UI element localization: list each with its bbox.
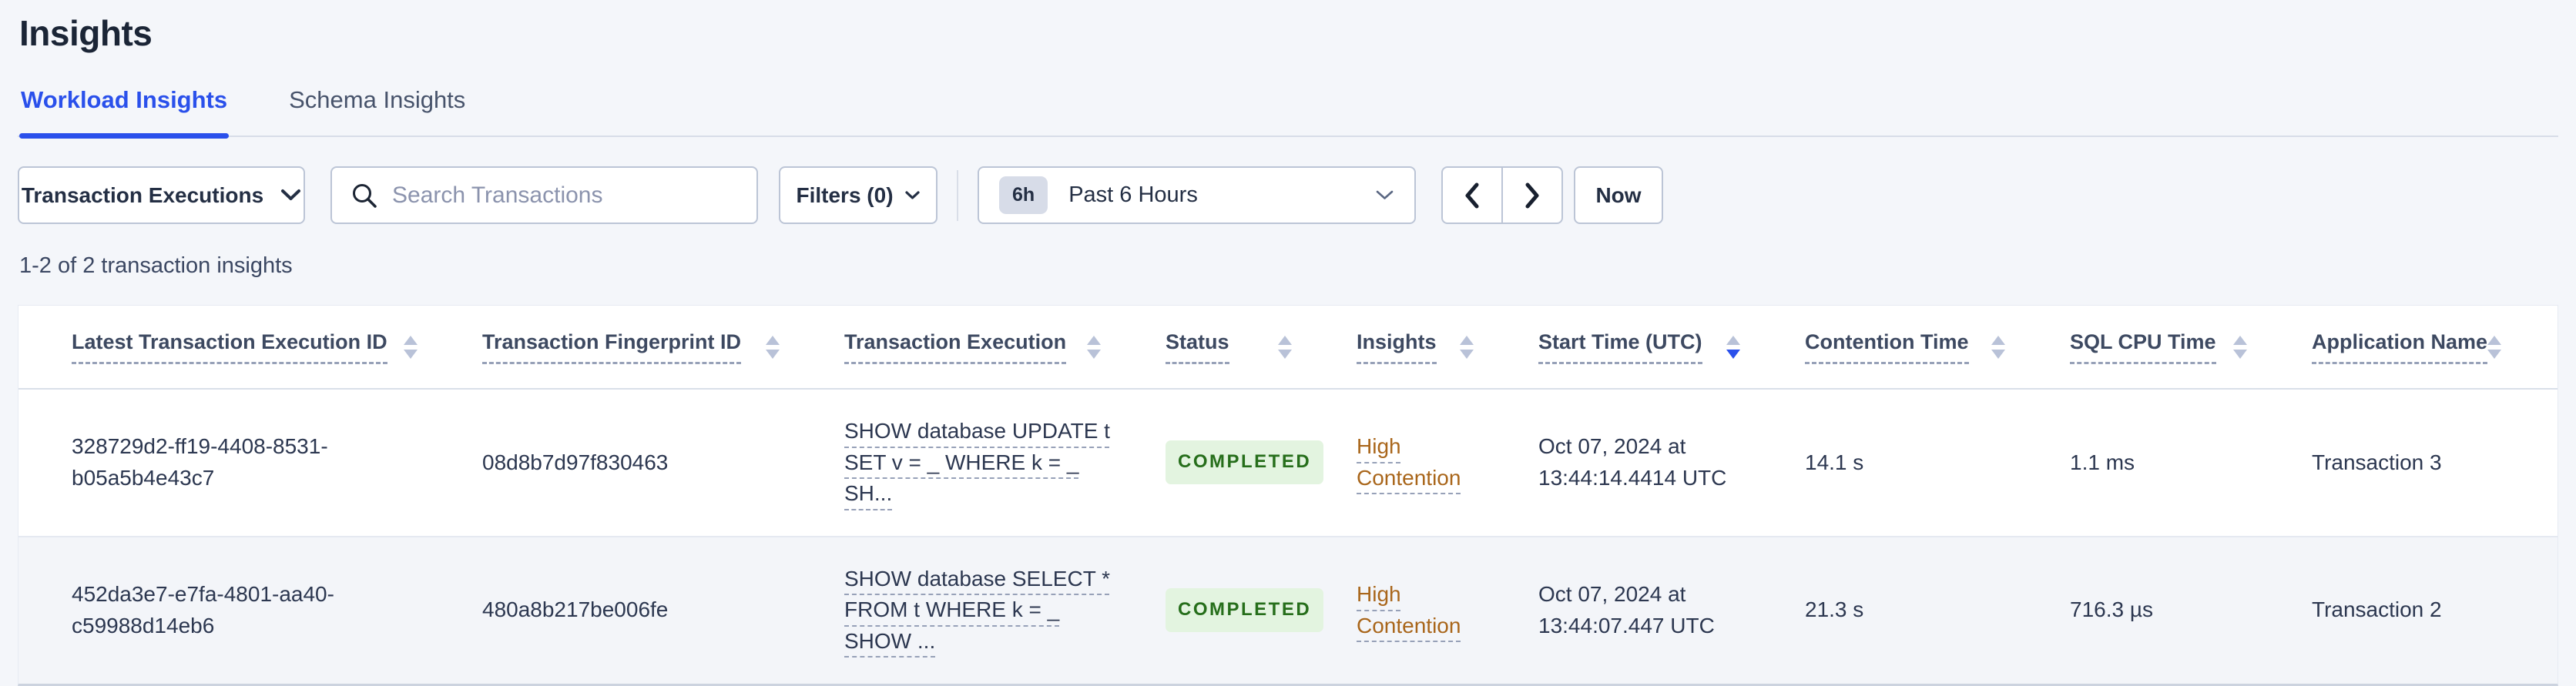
column-header-status[interactable]: Status bbox=[1166, 306, 1357, 390]
column-header-transaction-execution[interactable]: Transaction Execution bbox=[844, 306, 1166, 390]
chevron-down-icon bbox=[1375, 189, 1394, 201]
transaction-execution-link[interactable]: SHOW database UPDATE t SET v = _ WHERE k… bbox=[844, 416, 1131, 510]
sort-icon[interactable] bbox=[1460, 335, 1474, 359]
execution-id-cell: 328729d2-ff19-4408-8531-b05a5b4e43c7 bbox=[72, 434, 328, 490]
sort-icon[interactable] bbox=[1087, 335, 1101, 359]
tab-label: Schema Insights bbox=[289, 86, 466, 113]
contention-time-cell: 21.3 s bbox=[1805, 597, 1864, 622]
now-label: Now bbox=[1595, 182, 1642, 207]
table-row: 452da3e7-e7fa-4801-aa40-c59988d14eb6 480… bbox=[18, 536, 2558, 684]
tab-bar: Workload Insights Schema Insights bbox=[18, 86, 2558, 139]
status-badge: COMPLETED bbox=[1166, 588, 1324, 633]
column-header-application-name[interactable]: Application Name bbox=[2312, 306, 2558, 390]
time-range-label: Past 6 Hours bbox=[1068, 182, 1198, 207]
transaction-type-label: Transaction Executions bbox=[21, 182, 264, 207]
table-row: 328729d2-ff19-4408-8531-b05a5b4e43c7 08d… bbox=[18, 389, 2558, 537]
application-name-cell: Transaction 2 bbox=[2312, 597, 2442, 622]
time-range-badge: 6h bbox=[999, 176, 1048, 214]
next-time-range-button[interactable] bbox=[1501, 166, 1563, 224]
column-header-sql-cpu-time[interactable]: SQL CPU Time bbox=[2070, 306, 2312, 390]
search-icon bbox=[351, 182, 378, 209]
column-header-contention-time[interactable]: Contention Time bbox=[1805, 306, 2070, 390]
tab-schema-insights[interactable]: Schema Insights bbox=[287, 86, 467, 136]
sort-icon[interactable] bbox=[404, 335, 418, 359]
sort-icon-active-desc[interactable] bbox=[1726, 335, 1740, 359]
toolbar: Transaction Executions Filters (0) 6h Pa… bbox=[18, 166, 2558, 224]
sort-icon[interactable] bbox=[766, 335, 780, 359]
time-range-arrows bbox=[1441, 166, 1563, 224]
column-header-latest-transaction-execution-id[interactable]: Latest Transaction Execution ID bbox=[18, 306, 482, 390]
page-title: Insights bbox=[19, 13, 153, 53]
chevron-down-icon bbox=[904, 190, 921, 201]
fingerprint-id-cell: 480a8b217be006fe bbox=[482, 597, 669, 622]
search-input[interactable] bbox=[392, 182, 738, 209]
tab-label: Workload Insights bbox=[21, 86, 228, 113]
time-range-picker[interactable]: 6h Past 6 Hours bbox=[978, 166, 1416, 224]
status-badge: COMPLETED bbox=[1166, 440, 1324, 485]
transaction-type-dropdown[interactable]: Transaction Executions bbox=[18, 166, 305, 224]
column-header-start-time[interactable]: Start Time (UTC) bbox=[1538, 306, 1805, 390]
chevron-right-icon bbox=[1524, 182, 1541, 209]
sort-icon[interactable] bbox=[2487, 335, 2502, 359]
transaction-execution-link[interactable]: SHOW database SELECT * FROM t WHERE k = … bbox=[844, 564, 1131, 658]
search-box[interactable] bbox=[330, 166, 758, 224]
fingerprint-id-cell: 08d8b7d97f830463 bbox=[482, 450, 669, 474]
chevron-left-icon bbox=[1464, 182, 1481, 209]
insights-table: Latest Transaction Execution ID Transact… bbox=[18, 306, 2558, 684]
now-button[interactable]: Now bbox=[1574, 166, 1663, 224]
filters-button[interactable]: Filters (0) bbox=[779, 166, 937, 224]
start-time-cell: Oct 07, 2024 at 13:44:14.4414 UTC bbox=[1538, 434, 1727, 490]
insights-table-card: Latest Transaction Execution ID Transact… bbox=[18, 305, 2558, 686]
sort-icon[interactable] bbox=[1278, 335, 1292, 359]
application-name-cell: Transaction 3 bbox=[2312, 450, 2442, 474]
sort-icon[interactable] bbox=[1991, 335, 2005, 359]
chevron-down-icon bbox=[280, 189, 301, 202]
start-time-cell: Oct 07, 2024 at 13:44:07.447 UTC bbox=[1538, 582, 1715, 637]
table-header-row: Latest Transaction Execution ID Transact… bbox=[18, 306, 2558, 390]
sort-icon[interactable] bbox=[2233, 335, 2247, 359]
filters-label: Filters (0) bbox=[796, 182, 894, 207]
execution-id-cell: 452da3e7-e7fa-4801-aa40-c59988d14eb6 bbox=[72, 582, 334, 637]
previous-time-range-button[interactable] bbox=[1441, 166, 1503, 224]
column-header-insights[interactable]: Insights bbox=[1357, 306, 1538, 390]
tab-workload-insights[interactable]: Workload Insights bbox=[19, 86, 230, 139]
insight-link[interactable]: High Contention bbox=[1357, 579, 1474, 641]
sql-cpu-time-cell: 1.1 ms bbox=[2070, 450, 2135, 474]
toolbar-divider bbox=[957, 169, 958, 221]
results-summary: 1-2 of 2 transaction insights bbox=[19, 253, 293, 278]
insight-link[interactable]: High Contention bbox=[1357, 431, 1474, 494]
column-header-transaction-fingerprint-id[interactable]: Transaction Fingerprint ID bbox=[482, 306, 844, 390]
insights-page: Insights Workload Insights Schema Insigh… bbox=[0, 12, 2576, 686]
contention-time-cell: 14.1 s bbox=[1805, 450, 1864, 474]
sql-cpu-time-cell: 716.3 µs bbox=[2070, 597, 2153, 622]
